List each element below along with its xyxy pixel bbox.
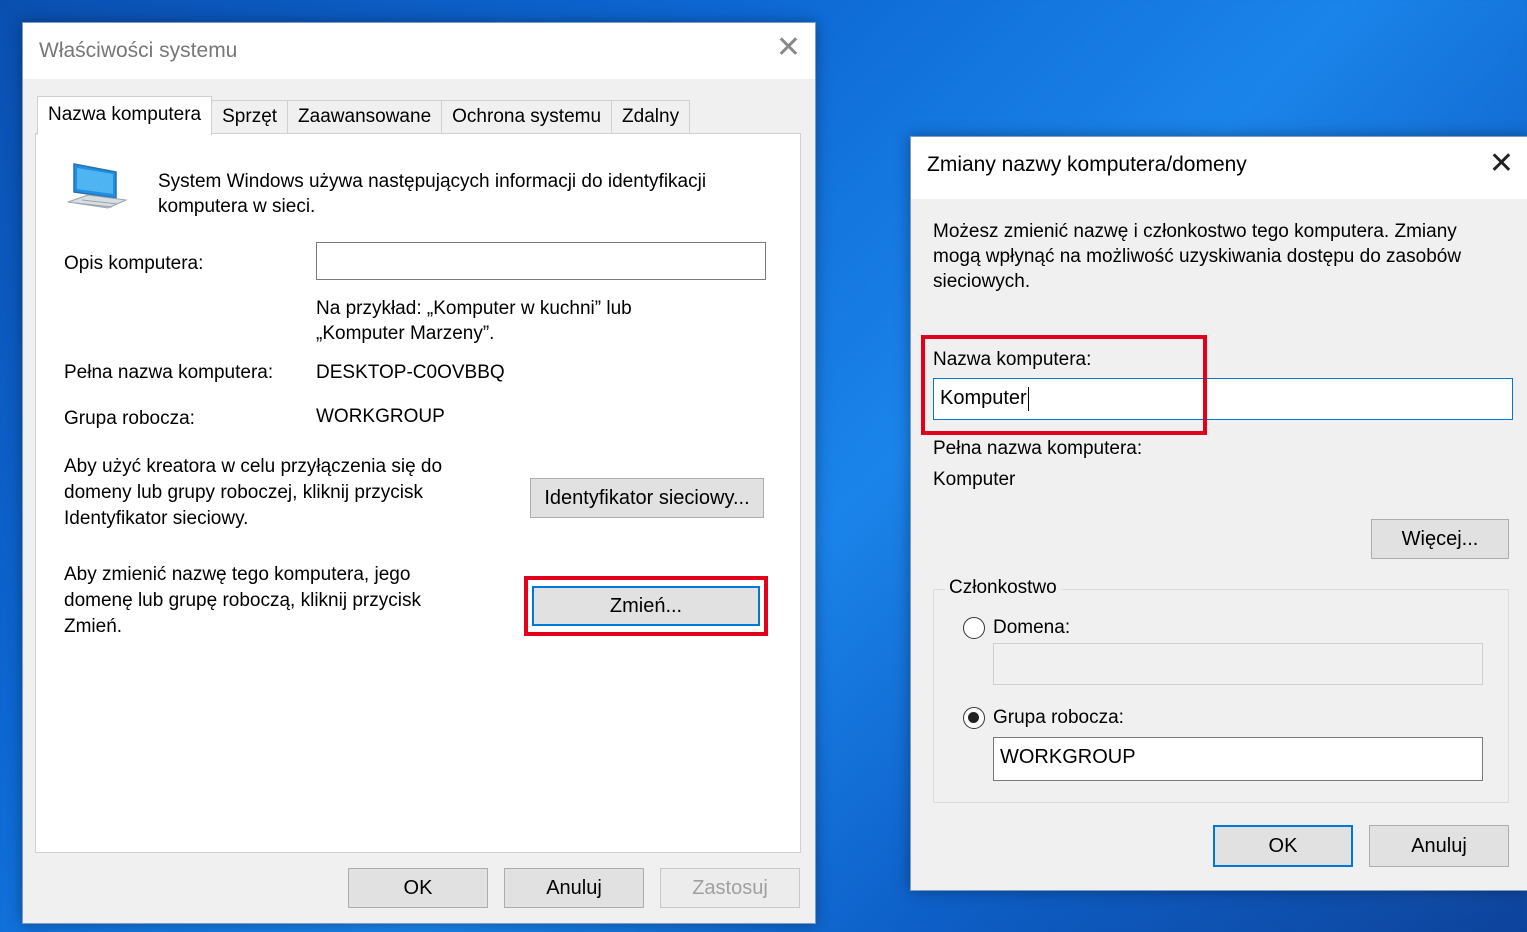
intro-text-line3: sieciowych.	[933, 271, 1031, 292]
window-title: Właściwości systemu	[39, 39, 238, 62]
workgroup-value: WORKGROUP	[316, 406, 445, 427]
system-properties-window: Właściwości systemu ✕ Nazwa komputera Sp…	[22, 22, 816, 924]
intro-text-line1: Możesz zmienić nazwę i członkostwo tego …	[933, 221, 1457, 242]
example-text-line2: „Komputer Marzeny”.	[316, 323, 495, 344]
tab-computer-name[interactable]: Nazwa komputera	[37, 96, 213, 135]
membership-label: Członkostwo	[945, 577, 1061, 599]
rename-computer-window: Zmiany nazwy komputera/domeny ✕ Możesz z…	[910, 136, 1527, 891]
computer-name-text: Komputer	[940, 387, 1027, 409]
workgroup-label: Grupa robocza:	[64, 408, 195, 429]
description-label: Opis komputera:	[64, 253, 204, 274]
tab-strip: Nazwa komputera Sprzęt Zaawansowane Ochr…	[37, 96, 691, 135]
cancel-button[interactable]: Anuluj	[504, 868, 644, 908]
title-bar: Właściwości systemu ✕	[23, 23, 815, 79]
description-input[interactable]	[316, 242, 766, 280]
domain-input[interactable]	[993, 643, 1483, 685]
rename-text-line3: Zmień.	[64, 616, 123, 637]
network-id-text-line2: domeny lub grupy roboczej, kliknij przyc…	[64, 482, 424, 503]
computer-name-label: Nazwa komputera:	[933, 349, 1092, 370]
change-button[interactable]: Zmień...	[532, 586, 760, 626]
ok-button[interactable]: OK	[1213, 825, 1353, 867]
intro-text-line2: mogą wpłynąć na możliwość uzyskiwania do…	[933, 246, 1462, 267]
network-id-button[interactable]: Identyfikator sieciowy...	[530, 478, 764, 518]
tab-panel: System Windows używa następujących infor…	[35, 133, 801, 853]
network-id-text-line3: Identyfikator sieciowy.	[64, 508, 249, 529]
info-text-line1: System Windows używa następujących infor…	[158, 171, 707, 192]
title-bar: Zmiany nazwy komputera/domeny ✕	[911, 137, 1527, 199]
close-icon[interactable]: ✕	[776, 33, 801, 63]
full-name-label: Pełna nazwa komputera:	[933, 438, 1143, 459]
computer-name-input[interactable]: Komputer	[933, 378, 1513, 420]
workgroup-input[interactable]: WORKGROUP	[993, 737, 1483, 781]
example-text-line1: Na przykład: „Komputer w kuchni” lub	[316, 298, 632, 319]
domain-label: Domena:	[993, 617, 1071, 638]
workgroup-label: Grupa robocza:	[993, 707, 1124, 728]
tab-remote[interactable]: Zdalny	[611, 100, 691, 133]
tab-system-protection[interactable]: Ochrona systemu	[441, 100, 613, 133]
domain-radio[interactable]	[963, 617, 985, 639]
full-name-label: Pełna nazwa komputera:	[64, 362, 274, 383]
info-text-line2: komputera w sieci.	[158, 196, 316, 217]
text-caret	[1027, 386, 1029, 411]
network-id-text-line1: Aby użyć kreatora w celu przyłączenia si…	[64, 456, 443, 477]
full-name-value: DESKTOP-C0OVBBQ	[316, 362, 505, 383]
rename-text-line1: Aby zmienić nazwę tego komputera, jego	[64, 564, 411, 585]
rename-text-line2: domenę lub grupę roboczą, kliknij przyci…	[64, 590, 421, 611]
tab-hardware[interactable]: Sprzęt	[211, 100, 289, 133]
tab-advanced[interactable]: Zaawansowane	[287, 100, 443, 133]
ok-button[interactable]: OK	[348, 868, 488, 908]
full-name-value: Komputer	[933, 469, 1016, 490]
close-icon[interactable]: ✕	[1489, 149, 1514, 179]
apply-button[interactable]: Zastosuj	[660, 868, 800, 908]
more-button[interactable]: Więcej...	[1371, 519, 1509, 559]
workgroup-radio[interactable]	[963, 707, 985, 729]
cancel-button[interactable]: Anuluj	[1369, 825, 1509, 867]
computer-icon	[67, 163, 128, 209]
window-title: Zmiany nazwy komputera/domeny	[927, 153, 1247, 176]
